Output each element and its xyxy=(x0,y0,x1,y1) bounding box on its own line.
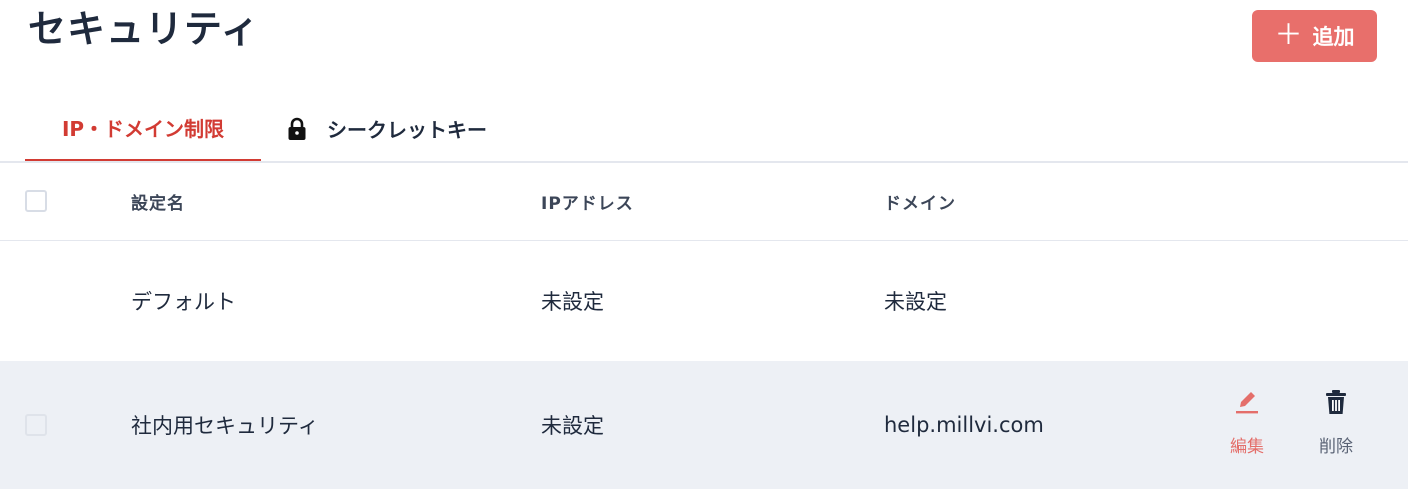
select-all-cell xyxy=(25,162,47,240)
security-settings-table: 設定名 IPアドレス ドメイン デフォルト 未設定 未設定 社内用セキュリティ … xyxy=(0,162,1408,489)
row-ip: 未設定 xyxy=(541,290,604,314)
column-header-ip[interactable]: IPアドレス xyxy=(541,162,634,240)
add-button[interactable]: ＋ 追加 xyxy=(1252,10,1377,62)
table-header-row: 設定名 IPアドレス ドメイン xyxy=(0,162,1408,241)
delete-label: 削除 xyxy=(1319,437,1353,457)
row-name: 社内用セキュリティ xyxy=(131,414,319,438)
tab-secret-key[interactable]: シークレットキー xyxy=(287,96,487,161)
row-checkbox[interactable] xyxy=(25,414,47,436)
tab-bar: IP・ドメイン制限 シークレットキー xyxy=(0,96,1408,163)
row-domain: help.millvi.com xyxy=(884,413,1044,437)
page-title: セキュリティ xyxy=(28,7,260,51)
tab-label: シークレットキー xyxy=(327,118,487,142)
row-checkbox-cell xyxy=(25,361,47,489)
row-name: デフォルト xyxy=(131,290,236,314)
delete-button[interactable]: 削除 xyxy=(1306,389,1366,457)
add-button-label: 追加 xyxy=(1312,25,1355,49)
table-row[interactable]: 社内用セキュリティ 未設定 help.millvi.com 編集 削除 xyxy=(0,361,1408,489)
row-domain: 未設定 xyxy=(884,290,947,314)
lock-icon xyxy=(287,117,307,141)
edit-button[interactable]: 編集 xyxy=(1217,389,1277,457)
trash-icon xyxy=(1324,389,1348,420)
column-header-name[interactable]: 設定名 xyxy=(131,162,185,240)
tab-label: IP・ドメイン制限 xyxy=(61,117,225,141)
row-ip: 未設定 xyxy=(541,414,604,438)
pencil-icon xyxy=(1233,389,1261,420)
edit-label: 編集 xyxy=(1230,437,1264,457)
column-header-domain[interactable]: ドメイン xyxy=(884,162,956,240)
table-row[interactable]: デフォルト 未設定 未設定 xyxy=(0,241,1408,361)
tab-ip-domain-restriction[interactable]: IP・ドメイン制限 xyxy=(25,96,261,161)
plus-icon: ＋ xyxy=(1274,18,1303,51)
select-all-checkbox[interactable] xyxy=(25,190,47,212)
